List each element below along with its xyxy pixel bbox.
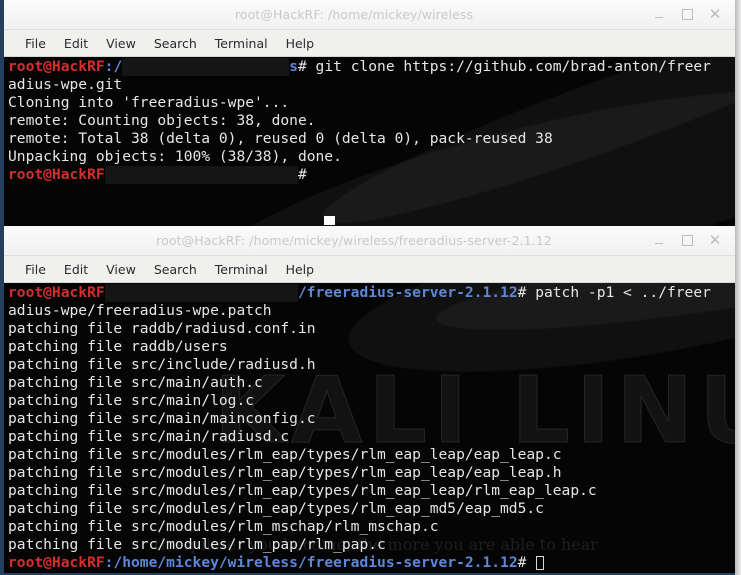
- terminal-output-line: patching file src/main/auth.c: [8, 374, 735, 392]
- terminal-output-line: patching file src/main/radiusd.c: [8, 428, 735, 446]
- terminal-output-text: patching file raddb/radiusd.conf.in: [8, 320, 316, 337]
- terminal-screen-bottom[interactable]: KALI LINUX the quieter you become, the m…: [4, 283, 735, 573]
- prompt-user: root@HackRF: [8, 58, 105, 75]
- terminal-output-text: patching file src/modules/rlm_pap/rlm_pa…: [8, 536, 386, 553]
- prompt-separator: :/: [104, 58, 123, 75]
- terminal-output-line: patching file src/modules/rlm_eap/types/…: [8, 500, 735, 518]
- terminal-output-text: adius-wpe.git: [8, 76, 123, 93]
- terminal-output-line: patching file src/modules/rlm_pap/rlm_pa…: [8, 536, 735, 554]
- menu-terminal[interactable]: Terminal: [206, 34, 277, 53]
- terminal-output-text: patching file src/modules/rlm_eap/types/…: [8, 482, 597, 499]
- menu-terminal[interactable]: Terminal: [206, 260, 277, 279]
- prompt-hash: #: [297, 166, 307, 183]
- terminal-output-line: patching file src/include/radiusd.h: [8, 356, 735, 374]
- menu-file[interactable]: File: [16, 34, 55, 53]
- terminal-output-line: Cloning into 'freeradius-wpe'...: [8, 94, 735, 112]
- terminal-prompt-line: root@HackRF:/home/mickey/wireless/freera…: [8, 284, 735, 302]
- terminal-cursor: [536, 556, 545, 570]
- terminal-output-line: patching file raddb/radiusd.conf.in: [8, 320, 735, 338]
- menu-file[interactable]: File: [16, 260, 55, 279]
- menu-help[interactable]: Help: [277, 34, 324, 53]
- menu-edit[interactable]: Edit: [55, 260, 97, 279]
- maximize-icon[interactable]: [680, 8, 694, 22]
- window-controls-top: ✕: [652, 7, 735, 22]
- terminal-output-text: patching file src/main/mainconfig.c: [8, 410, 316, 427]
- terminal-command: patch -p1 < ../freer: [535, 284, 711, 301]
- prompt-path-obscured: :/home/mickey/wireless: [104, 284, 298, 302]
- prompt-user: root@HackRF: [8, 284, 105, 301]
- close-icon[interactable]: ✕: [708, 233, 722, 248]
- window-controls-bottom: ✕: [652, 233, 735, 248]
- menubar-bottom: File Edit View Search Terminal Help: [4, 256, 735, 283]
- menu-view[interactable]: View: [97, 34, 145, 53]
- terminal-output-text: patching file src/modules/rlm_eap/types/…: [8, 446, 562, 463]
- terminal-output-line: adius-wpe/freeradius-wpe.patch: [8, 302, 735, 320]
- terminal-output-line: remote: Counting objects: 38, done.: [8, 112, 735, 130]
- minimize-icon[interactable]: [652, 234, 666, 248]
- terminal-output-text: patching file src/main/log.c: [8, 392, 255, 409]
- terminal-output-line: patching file src/modules/rlm_mschap/rlm…: [8, 518, 735, 536]
- terminal-output-text: patching file src/modules/rlm_eap/types/…: [8, 500, 544, 517]
- prompt-path: s: [289, 58, 298, 75]
- terminal-output-line: patching file src/modules/rlm_eap/types/…: [8, 464, 735, 482]
- terminal-output-line: patching file src/main/log.c: [8, 392, 735, 410]
- close-icon[interactable]: ✕: [708, 7, 722, 22]
- menu-search[interactable]: Search: [145, 260, 206, 279]
- terminal-output-line: patching file raddb/users: [8, 338, 735, 356]
- terminal-output-line: Unpacking objects: 100% (38/38), done.: [8, 148, 735, 166]
- terminal-output-line: patching file src/main/mainconfig.c: [8, 410, 735, 428]
- terminal-output-text: adius-wpe/freeradius-wpe.patch: [8, 302, 272, 319]
- window-title-top: root@HackRF: /home/mickey/wireless: [234, 7, 474, 22]
- prompt-user: root@HackRF: [8, 166, 105, 183]
- terminal-output-line: remote: Total 38 (delta 0), reused 0 (de…: [8, 130, 735, 148]
- prompt-user: root@HackRF: [8, 554, 105, 571]
- menu-help[interactable]: Help: [277, 260, 324, 279]
- terminal-output-text: remote: Counting objects: 38, done.: [8, 112, 316, 129]
- prompt-hash: #: [297, 58, 316, 75]
- terminal-output-text: patching file raddb/users: [8, 338, 228, 355]
- menu-search[interactable]: Search: [145, 34, 206, 53]
- terminal-output-text: patching file src/main/auth.c: [8, 374, 263, 391]
- window-title-bottom: root@HackRF: /home/mickey/wireless/freer…: [156, 233, 552, 248]
- terminal-output-text: patching file src/main/radiusd.c: [8, 428, 290, 445]
- terminal-prompt-line: root@HackRF:/home/mickey/wireless#: [8, 166, 735, 184]
- terminal-screen-top[interactable]: root@HackRF:/home/mickey/wireless# git c…: [4, 57, 735, 226]
- menu-view[interactable]: View: [97, 260, 145, 279]
- prompt-hash: #: [517, 284, 536, 301]
- terminal-output-text: Cloning into 'freeradius-wpe'...: [8, 94, 290, 111]
- menu-edit[interactable]: Edit: [55, 34, 97, 53]
- terminal-output-line: adius-wpe.git: [8, 76, 735, 94]
- prompt-path: /freeradius-server-2.1.12: [297, 284, 518, 301]
- terminal-window-top[interactable]: root@HackRF: /home/mickey/wireless ✕ Fil…: [0, 0, 737, 228]
- minimize-icon[interactable]: [652, 8, 666, 22]
- window-resize-nub[interactable]: [324, 216, 335, 225]
- titlebar-top[interactable]: root@HackRF: /home/mickey/wireless ✕: [4, 0, 735, 30]
- maximize-icon[interactable]: [680, 234, 694, 248]
- terminal-command: git clone https://github.com/brad-anton/…: [315, 58, 711, 75]
- prompt-path-obscured: :/home/mickey/wireless: [104, 166, 298, 184]
- terminal-output-text: patching file src/modules/rlm_mschap/rlm…: [8, 518, 439, 535]
- prompt-hash: #: [517, 554, 536, 571]
- terminal-output-text: patching file src/modules/rlm_eap/types/…: [8, 464, 562, 481]
- terminal-output-text: Unpacking objects: 100% (38/38), done.: [8, 148, 342, 165]
- terminal-output-bottom: root@HackRF:/home/mickey/wireless/freera…: [4, 283, 735, 572]
- prompt-path: /home/mickey/wireless/freeradius-server-…: [113, 554, 518, 571]
- desktop-edge-strip: [735, 0, 741, 575]
- titlebar-bottom[interactable]: root@HackRF: /home/mickey/wireless/freer…: [4, 226, 735, 256]
- terminal-output-text: remote: Total 38 (delta 0), reused 0 (de…: [8, 130, 553, 147]
- terminal-output-line: patching file src/modules/rlm_eap/types/…: [8, 446, 735, 464]
- terminal-output-line: patching file src/modules/rlm_eap/types/…: [8, 482, 735, 500]
- terminal-window-bottom[interactable]: root@HackRF: /home/mickey/wireless/freer…: [0, 226, 737, 575]
- terminal-output-top: root@HackRF:/home/mickey/wireless# git c…: [4, 57, 735, 184]
- terminal-output-text: patching file src/include/radiusd.h: [8, 356, 316, 373]
- terminal-prompt-line: root@HackRF:/home/mickey/wireless# git c…: [8, 58, 735, 76]
- prompt-path-obscured: home/mickey/wireles: [122, 58, 290, 76]
- terminal-prompt-line: root@HackRF:/home/mickey/wireless/freera…: [8, 554, 735, 572]
- desktop: root@HackRF: /home/mickey/wireless ✕ Fil…: [0, 0, 741, 575]
- menubar-top: File Edit View Search Terminal Help: [4, 30, 735, 57]
